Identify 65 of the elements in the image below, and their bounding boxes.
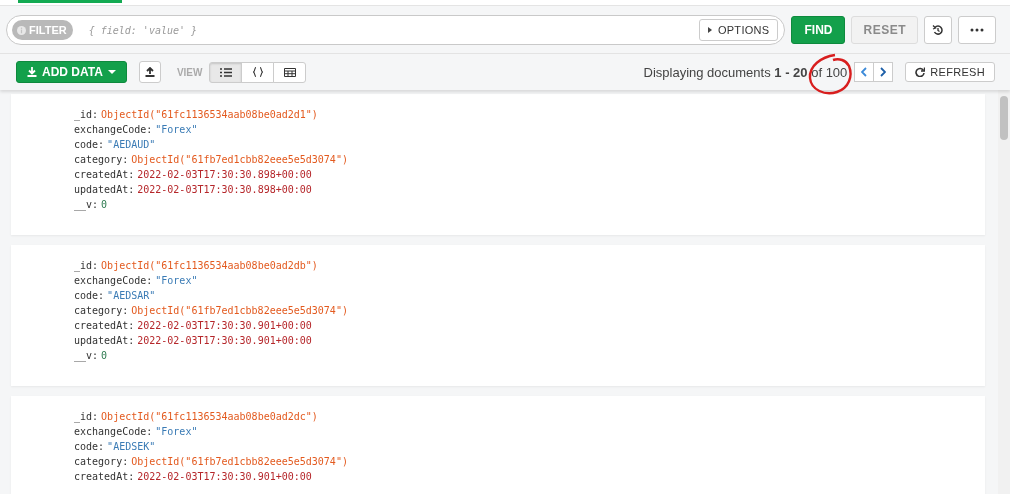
field-name: __v:: [74, 350, 99, 361]
view-label: VIEW: [176, 66, 203, 78]
field-name: exchangeCode:: [74, 124, 153, 135]
field-name: code:: [74, 139, 105, 150]
next-page-button[interactable]: [873, 62, 894, 82]
view-toggle[interactable]: [209, 61, 243, 83]
field-value: 2022-02-03T17:30:30.898+00:00: [137, 169, 312, 180]
field-name: exchangeCode:: [74, 426, 153, 437]
filter-label: FILTER: [12, 20, 73, 40]
refresh-button[interactable]: REFRESH: [905, 62, 995, 82]
filter-field[interactable]: FILTER { field: 'value' } OPTIONS: [6, 15, 786, 45]
info-icon: [17, 25, 26, 35]
previous-page-button[interactable]: [854, 62, 875, 82]
field-value: 0: [101, 350, 108, 361]
caret-icon: [107, 70, 116, 74]
field-name: createdAt:: [74, 471, 135, 482]
field-value: 0: [101, 199, 108, 210]
field-value: ObjectId("61fc1136534aab08be0ad2db"): [101, 260, 318, 271]
field-name: __v:: [74, 199, 99, 210]
field-value: 2022-02-03T17:30:30.898+00:00: [137, 184, 312, 195]
view-toggle[interactable]: [241, 61, 275, 83]
field-value: 2022-02-03T17:30:30.901+00:00: [137, 320, 312, 331]
table-icon: [283, 67, 296, 77]
scrollbar-thumb[interactable]: [1000, 96, 1008, 140]
field-name: exchangeCode:: [74, 275, 153, 286]
refresh-icon: [915, 67, 926, 77]
upload-icon: [144, 67, 155, 77]
view-toggle[interactable]: [273, 61, 307, 83]
field-name: code:: [74, 290, 105, 301]
chevron-right-icon: [880, 67, 887, 77]
field-name: _id:: [74, 260, 99, 271]
field-name: category:: [74, 456, 129, 467]
field-value: "AEDSAR": [107, 290, 156, 301]
field-value: "AEDAUD": [107, 139, 156, 150]
field-value: "Forex": [155, 426, 198, 437]
pagination-text: Displaying documents 1 - 20 of 100: [643, 64, 848, 80]
field-value: "Forex": [155, 124, 198, 135]
field-value: ObjectId("61fb7ed1cbb82eee5e5d3074"): [131, 456, 348, 467]
field-name: createdAt:: [74, 320, 135, 331]
download-icon: [27, 67, 37, 77]
field-name: _id:: [74, 411, 99, 422]
field-name: updatedAt:: [74, 335, 135, 346]
export-button[interactable]: [138, 61, 161, 83]
list-icon: [219, 67, 232, 77]
field-value: 2022-02-03T17:30:30.901+00:00: [137, 471, 312, 482]
history-button[interactable]: [924, 16, 952, 44]
braces-icon: [252, 67, 263, 77]
field-name: category:: [74, 154, 129, 165]
field-value: ObjectId("61fc1136534aab08be0ad2dc"): [101, 411, 318, 422]
history-icon: [932, 24, 944, 36]
ellipsis-icon: [970, 28, 984, 32]
field-name: createdAt:: [74, 169, 135, 180]
field-value: ObjectId("61fb7ed1cbb82eee5e5d3074"): [131, 305, 348, 316]
field-name: _id:: [74, 109, 99, 120]
field-name: updatedAt:: [74, 184, 135, 195]
field-value: ObjectId("61fb7ed1cbb82eee5e5d3074"): [131, 154, 348, 165]
field-name: category:: [74, 305, 129, 316]
options-button[interactable]: OPTIONS: [698, 19, 779, 41]
chevron-left-icon: [861, 67, 868, 77]
caret-icon: [707, 27, 712, 33]
field-name: code:: [74, 441, 105, 452]
field-value: "Forex": [155, 275, 198, 286]
field-value: "AEDSEK": [107, 441, 156, 452]
field-value: 2022-02-03T17:30:30.901+00:00: [137, 335, 312, 346]
field-value: ObjectId("61fc1136534aab08be0ad2d1"): [101, 109, 318, 120]
